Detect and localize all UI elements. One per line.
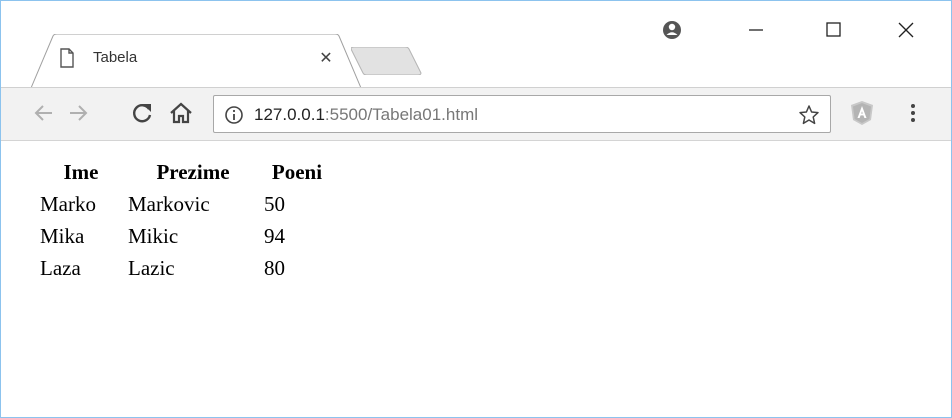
cell-poeni: 80 xyxy=(264,255,285,280)
browser-toolbar: 127.0.0.1:5500/Tabela01.html xyxy=(1,88,951,140)
table-row: Mika Mikic 94 xyxy=(39,222,331,250)
cell-prezime: Mikic xyxy=(128,223,179,248)
profile-icon[interactable] xyxy=(657,15,687,45)
tab-shape xyxy=(31,34,361,88)
cell-ime: Marko xyxy=(40,191,96,216)
tab-tabela[interactable]: Tabela ✕ xyxy=(31,34,361,88)
angular-extension-icon[interactable] xyxy=(850,100,874,126)
forward-arrow-icon[interactable] xyxy=(65,100,91,126)
cell-prezime: Lazic xyxy=(128,255,175,280)
page-content: Ime Prezime Poeni Marko Markovic 50 Mika… xyxy=(1,141,951,417)
table-row: Laza Lazic 80 xyxy=(39,254,331,282)
url-text[interactable]: 127.0.0.1:5500/Tabela01.html xyxy=(254,104,478,126)
tab-strip: Tabela ✕ xyxy=(1,1,951,88)
data-table: Ime Prezime Poeni Marko Markovic 50 Mika… xyxy=(35,154,335,286)
cell-poeni: 50 xyxy=(264,191,285,216)
column-header-poeni: Poeni xyxy=(271,159,323,184)
table-row: Marko Markovic 50 xyxy=(39,190,331,218)
browser-window: Tabela ✕ 127.0.0.1:5500/Tabela01.html Im… xyxy=(0,0,952,418)
table-header-row: Ime Prezime Poeni xyxy=(39,158,331,186)
new-tab-button[interactable] xyxy=(350,46,423,76)
tab-close-icon[interactable]: ✕ xyxy=(315,47,337,69)
minimize-icon[interactable] xyxy=(741,15,771,45)
cell-ime: Laza xyxy=(40,255,81,280)
column-header-ime: Ime xyxy=(63,159,99,184)
cell-poeni: 94 xyxy=(264,223,285,248)
back-arrow-icon[interactable] xyxy=(31,100,57,126)
star-icon[interactable] xyxy=(798,104,820,126)
tab-title: Tabela xyxy=(93,49,138,66)
cell-ime: Mika xyxy=(40,223,85,248)
maximize-icon[interactable] xyxy=(818,15,848,45)
column-header-prezime: Prezime xyxy=(156,159,230,184)
more-vertical-icon[interactable] xyxy=(903,100,923,126)
page-icon xyxy=(59,48,75,68)
url-path: :5500/Tabela01.html xyxy=(324,105,479,124)
address-bar[interactable]: 127.0.0.1:5500/Tabela01.html xyxy=(213,95,831,133)
cell-prezime: Markovic xyxy=(128,191,210,216)
url-host: 127.0.0.1 xyxy=(254,105,325,124)
home-icon[interactable] xyxy=(168,100,194,126)
close-icon[interactable] xyxy=(891,15,921,45)
info-icon[interactable] xyxy=(224,105,244,125)
reload-icon[interactable] xyxy=(129,100,155,126)
